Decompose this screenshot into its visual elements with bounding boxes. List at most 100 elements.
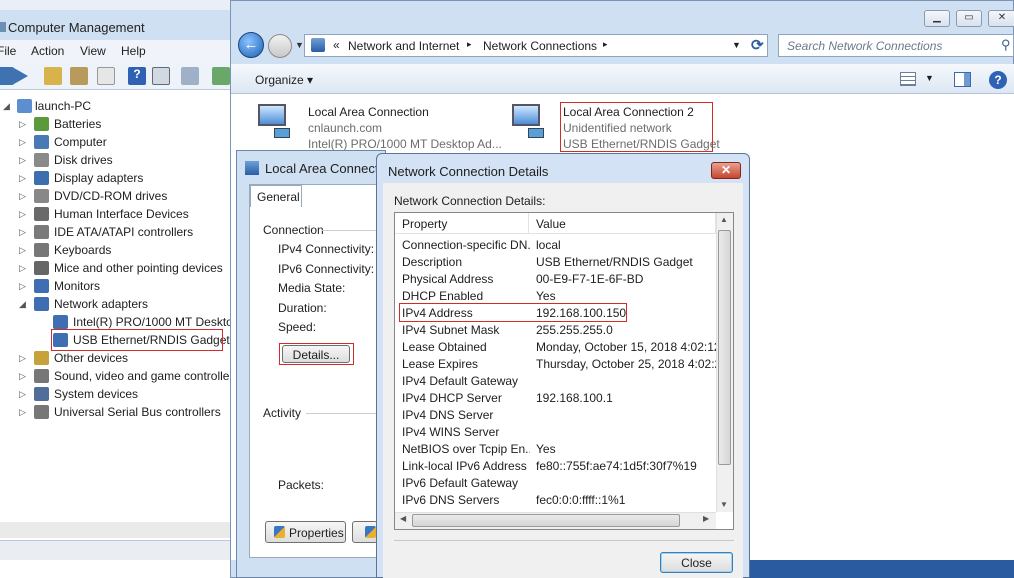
scan-hardware-icon[interactable] <box>181 67 199 85</box>
expander-icon[interactable]: ▷ <box>19 371 26 382</box>
update-driver-icon[interactable] <box>212 67 230 85</box>
disable-button[interactable] <box>352 521 378 543</box>
expander-icon[interactable]: ▷ <box>19 137 26 148</box>
horizontal-scroll-thumb[interactable] <box>412 514 680 527</box>
tree-category-item[interactable]: ▷ Human Interface Devices <box>0 206 232 224</box>
maximize-button[interactable]: ▭ <box>956 10 982 27</box>
breadcrumb-network-connections[interactable]: Network Connections <box>483 39 597 53</box>
scroll-up-icon[interactable]: ▲ <box>720 215 728 224</box>
view-options-dropdown-icon[interactable]: ▼ <box>925 73 934 83</box>
network-connection-icon[interactable] <box>510 104 544 138</box>
refresh-icon[interactable]: ⟳ <box>751 36 764 54</box>
properties-icon[interactable] <box>97 67 115 85</box>
tree-category-item[interactable]: ▷ Display adapters <box>0 170 232 188</box>
minimize-button[interactable]: ▁ <box>924 10 950 27</box>
menu-file[interactable]: File <box>0 44 16 58</box>
tree-category-item[interactable]: ▷ IDE ATA/ATAPI controllers <box>0 224 232 242</box>
connection-name[interactable]: Local Area Connection <box>308 105 429 119</box>
connection-name[interactable]: Local Area Connection 2 <box>563 105 694 119</box>
preview-pane-icon[interactable] <box>954 72 971 87</box>
details-row[interactable]: Physical Address 00-E9-F7-1E-6F-BD <box>395 271 717 288</box>
expander-icon[interactable]: ▷ <box>19 245 26 256</box>
expander-icon[interactable]: ▷ <box>19 407 26 418</box>
expander-icon[interactable]: ▷ <box>19 155 26 166</box>
up-folder-icon[interactable] <box>44 67 62 85</box>
breadcrumb-separator-icon[interactable]: ▸ <box>603 39 608 50</box>
tree-category-item[interactable]: ▷ Keyboards <box>0 242 232 260</box>
organize-button[interactable]: Organize ▾ <box>255 73 313 87</box>
expander-icon[interactable]: ▷ <box>19 353 26 364</box>
address-dropdown-icon[interactable]: ▼ <box>732 40 741 50</box>
tree-category-item[interactable]: ▷ Universal Serial Bus controllers <box>0 404 232 422</box>
tab-general[interactable]: General <box>250 185 302 207</box>
tree-category-item[interactable]: ▷ System devices <box>0 386 232 404</box>
details-row[interactable]: Description USB Ethernet/RNDIS Gadget <box>395 254 717 271</box>
details-row[interactable]: IPv6 Default Gateway <box>395 475 717 492</box>
search-icon[interactable]: ⚲ <box>1001 37 1011 53</box>
details-row[interactable]: Link-local IPv6 Address fe80::755f:ae74:1… <box>395 458 717 475</box>
menu-action[interactable]: Action <box>31 44 64 58</box>
tree-category-item[interactable]: ▷ Other devices <box>0 350 232 368</box>
search-input[interactable]: Search Network Connections <box>787 39 942 53</box>
expander-icon[interactable]: ▷ <box>19 281 26 292</box>
details-row[interactable]: IPv4 DHCP Server 192.168.100.1 <box>395 390 717 407</box>
details-row[interactable]: Lease Expires Thursday, October 25, 2018 … <box>395 356 717 373</box>
tree-category-item[interactable]: ◢ Network adapters <box>0 296 232 314</box>
cm-horizontal-scrollbar[interactable] <box>0 522 232 538</box>
close-button[interactable]: Close <box>660 552 733 573</box>
network-connection-icon[interactable] <box>256 104 290 138</box>
close-window-button[interactable]: ✕ <box>988 10 1014 27</box>
details-row[interactable]: IPv4 Subnet Mask 255.255.255.0 <box>395 322 717 339</box>
back-icon[interactable] <box>0 67 14 85</box>
menu-view[interactable]: View <box>80 44 106 58</box>
recent-pages-icon[interactable]: ▼ <box>295 40 304 50</box>
breadcrumb-overflow[interactable]: « <box>333 38 340 52</box>
tree-category-item[interactable]: ▷ Batteries <box>0 116 232 134</box>
expander-icon[interactable]: ▷ <box>19 263 26 274</box>
tree-category-item[interactable]: ▷ Computer <box>0 134 232 152</box>
help-icon[interactable]: ? <box>128 67 146 85</box>
vertical-scroll-thumb[interactable] <box>718 230 731 465</box>
scroll-left-icon[interactable]: ◀ <box>400 514 406 523</box>
expander-icon[interactable]: ▷ <box>19 209 26 220</box>
breadcrumb-network-internet[interactable]: Network and Internet <box>348 39 459 53</box>
change-view-icon[interactable] <box>900 72 916 86</box>
tree-category-item[interactable]: ▷ DVD/CD-ROM drives <box>0 188 232 206</box>
help-icon[interactable]: ? <box>989 71 1007 89</box>
tree-root[interactable]: ◢ launch-PC <box>0 98 232 116</box>
close-icon[interactable]: ✕ <box>711 162 741 179</box>
details-row[interactable]: Connection-specific DN... local <box>395 237 717 254</box>
address-bar[interactable]: « Network and Internet ▸ Network Connect… <box>304 34 768 57</box>
scroll-right-icon[interactable]: ▶ <box>703 514 709 523</box>
show-hide-tree-icon[interactable] <box>70 67 88 85</box>
properties-button[interactable]: Properties <box>265 521 346 543</box>
expander-icon[interactable]: ▷ <box>19 227 26 238</box>
expander-icon[interactable]: ◢ <box>19 299 26 310</box>
scroll-down-icon[interactable]: ▼ <box>720 500 728 509</box>
tree-category-item[interactable]: ▷ Disk drives <box>0 152 232 170</box>
details-row[interactable]: IPv4 Default Gateway <box>395 373 717 390</box>
details-row[interactable]: Lease Obtained Monday, October 15, 2018 4… <box>395 339 717 356</box>
forward-icon[interactable] <box>14 68 28 84</box>
expander-icon[interactable]: ◢ <box>3 101 10 112</box>
back-arrow-icon[interactable]: ← <box>238 32 264 58</box>
details-row[interactable]: IPv4 DNS Server <box>395 407 717 424</box>
column-header-property[interactable]: Property <box>395 213 529 234</box>
forward-arrow-icon[interactable] <box>268 34 292 58</box>
tree-category-item[interactable]: ▷ Monitors <box>0 278 232 296</box>
menu-help[interactable]: Help <box>121 44 146 58</box>
details-row[interactable]: IPv6 DNS Servers fec0:0:0:ffff::1%1 <box>395 492 717 509</box>
tree-category-item[interactable]: ▷ Mice and other pointing devices <box>0 260 232 278</box>
tree-category-item[interactable]: ▷ Sound, video and game controllers <box>0 368 232 386</box>
breadcrumb-separator-icon[interactable]: ▸ <box>467 39 472 50</box>
details-row[interactable]: IPv4 WINS Server <box>395 424 717 441</box>
expander-icon[interactable]: ▷ <box>19 389 26 400</box>
expander-icon[interactable]: ▷ <box>19 191 26 202</box>
details-row[interactable]: NetBIOS over Tcpip En... Yes <box>395 441 717 458</box>
column-header-value[interactable]: Value <box>529 213 716 234</box>
expander-icon[interactable]: ▷ <box>19 119 26 130</box>
details-button[interactable]: Details... <box>282 345 350 363</box>
search-box[interactable]: Search Network Connections ⚲ <box>778 34 1014 57</box>
view-icon[interactable] <box>152 67 170 85</box>
expander-icon[interactable]: ▷ <box>19 173 26 184</box>
